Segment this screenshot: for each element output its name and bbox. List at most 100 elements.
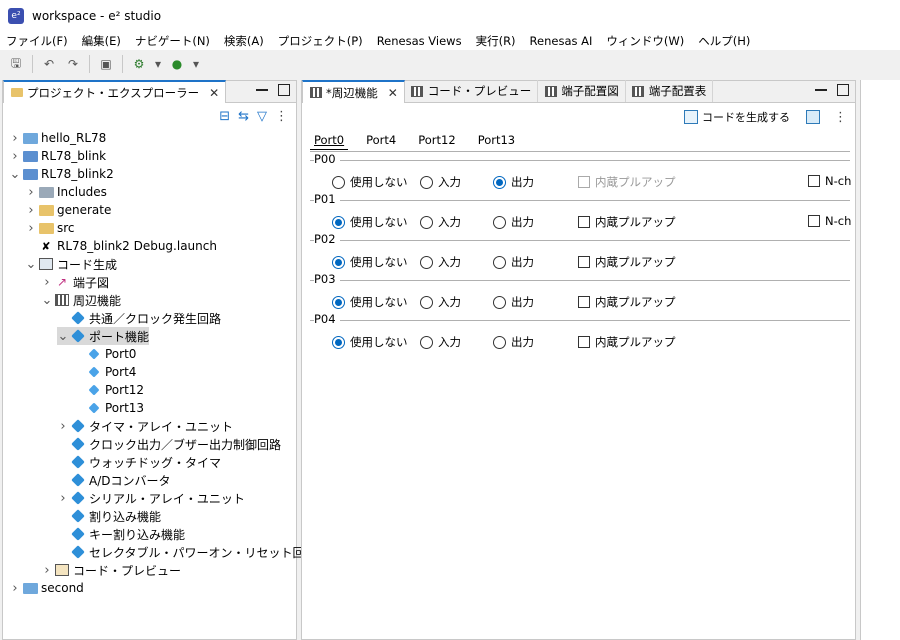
tree-item[interactable]: ✘ RL78_blink2 Debug.launch (25, 237, 217, 255)
collapse-all-icon[interactable]: ⊟ (219, 109, 230, 124)
tree-item[interactable]: › シリアル・アレイ・ユニット (57, 489, 245, 507)
tree-item[interactable]: ウォッチドッグ・タイマ (57, 453, 221, 471)
chevron-right-icon[interactable]: › (9, 149, 21, 164)
menu-item[interactable]: Renesas Views (370, 34, 469, 48)
chevron-down-icon[interactable]: ⌄ (9, 167, 21, 182)
tree-item[interactable]: セレクタブル・パワーオン・リセット回路 (57, 543, 317, 561)
tree-item[interactable]: 共通／クロック発生回路 (57, 309, 221, 327)
chevron-right-icon[interactable]: › (41, 563, 53, 578)
tab-port12[interactable]: Port12 (414, 131, 459, 150)
menu-item[interactable]: ナビゲート(N) (128, 33, 217, 49)
kebab-menu-icon[interactable]: ⋮ (275, 109, 288, 124)
chevron-right-icon[interactable]: › (9, 581, 21, 596)
radio-option[interactable]: 使用しない (332, 214, 408, 230)
filter-icon[interactable]: ▽ (257, 109, 267, 124)
save-icon[interactable]: 🖫 (6, 54, 26, 74)
radio-option[interactable]: 出力 (493, 334, 534, 350)
tab-port0[interactable]: Port0 (310, 131, 349, 150)
radio-button[interactable] (420, 255, 433, 269)
tree-item[interactable]: › src (25, 219, 74, 237)
tree-item[interactable]: A/Dコンバータ (57, 471, 171, 489)
kebab-menu-icon[interactable]: ⋮ (834, 110, 847, 125)
radio-option[interactable]: 入力 (420, 294, 461, 310)
chevron-right-icon[interactable]: › (25, 221, 37, 236)
forward-icon[interactable]: ↷ (63, 54, 83, 74)
tree-item[interactable]: › generate (25, 201, 111, 219)
tree-item[interactable]: ⌄ 周辺機能 (41, 291, 121, 309)
radio-button[interactable] (493, 335, 506, 349)
pullup-checkbox[interactable]: 内蔵プルアップ (578, 214, 676, 230)
menu-item[interactable]: ウィンドウ(W) (599, 33, 691, 49)
checkbox[interactable] (578, 216, 590, 228)
chevron-right-icon[interactable]: › (25, 203, 37, 218)
radio-button[interactable] (332, 175, 345, 189)
radio-option[interactable]: 出力 (493, 254, 534, 270)
tree-item[interactable]: キー割り込み機能 (57, 525, 185, 543)
radio-option[interactable]: 出力 (493, 214, 534, 230)
radio-button[interactable] (332, 215, 345, 229)
tree-item[interactable]: › Includes (25, 183, 107, 201)
radio-option[interactable]: 入力 (420, 334, 461, 350)
maximize-icon[interactable] (837, 84, 849, 96)
pullup-checkbox[interactable]: 内蔵プルアップ (578, 254, 676, 270)
run-icon[interactable]: ● (167, 54, 187, 74)
radio-button[interactable] (420, 215, 433, 229)
tree-item[interactable]: › second (9, 579, 83, 597)
tree-item[interactable]: クロック出力／ブザー出力制御回路 (57, 435, 281, 453)
radio-button[interactable] (420, 295, 433, 309)
tab-project-explorer[interactable]: プロジェクト・エクスプローラー ✕ (3, 80, 227, 103)
chevron-down-icon[interactable]: ⌄ (25, 257, 37, 272)
menu-item[interactable]: ヘルプ(H) (691, 33, 757, 49)
tree-item[interactable]: ⌄ RL78_blink2 (9, 165, 114, 183)
checkbox[interactable] (578, 336, 590, 348)
chevron-right-icon[interactable]: › (57, 491, 69, 506)
chevron-right-icon[interactable]: › (57, 419, 69, 434)
tree-item[interactable]: 割り込み機能 (57, 507, 161, 525)
radio-option[interactable]: 使用しない (332, 174, 408, 190)
checkbox[interactable] (808, 175, 820, 187)
chevron-right-icon[interactable]: › (25, 185, 37, 200)
tree-item[interactable]: Port4 (73, 363, 136, 381)
radio-button[interactable] (493, 255, 506, 269)
generate-code-button[interactable]: コードを生成する (684, 109, 790, 125)
radio-option[interactable]: 入力 (420, 214, 461, 230)
chevron-down-icon[interactable]: ⌄ (57, 329, 69, 344)
debug-icon[interactable]: ⚙ (129, 54, 149, 74)
chevron-down-icon[interactable]: ▾ (153, 54, 163, 74)
menu-item[interactable]: 編集(E) (75, 33, 128, 49)
tab-editor[interactable]: 端子配置図 (538, 80, 626, 102)
nch-checkbox[interactable]: N-ch (808, 174, 851, 188)
menu-item[interactable]: ファイル(F) (0, 33, 75, 49)
radio-button[interactable] (493, 295, 506, 309)
tree-item[interactable]: › タイマ・アレイ・ユニット (57, 417, 233, 435)
chevron-down-icon[interactable]: ▾ (191, 54, 201, 74)
report-icon[interactable] (806, 110, 820, 124)
radio-option[interactable]: 入力 (420, 254, 461, 270)
radio-option[interactable]: 入力 (420, 174, 461, 190)
radio-button[interactable] (332, 335, 345, 349)
radio-option[interactable]: 使用しない (332, 334, 408, 350)
tree-item[interactable]: Port12 (73, 381, 144, 399)
minimize-icon[interactable] (256, 85, 268, 91)
tree-item[interactable]: › コード・プレビュー (41, 561, 181, 579)
close-icon[interactable]: ✕ (209, 86, 219, 100)
radio-button[interactable] (493, 215, 506, 229)
radio-option[interactable]: 出力 (493, 174, 534, 190)
radio-option[interactable]: 使用しない (332, 254, 408, 270)
back-icon[interactable]: ↶ (39, 54, 59, 74)
tab-editor[interactable]: コード・プレビュー (405, 80, 539, 102)
tree-item[interactable]: Port0 (73, 345, 136, 363)
tree-item[interactable]: › RL78_blink (9, 147, 106, 165)
nch-checkbox[interactable]: N-ch (808, 214, 851, 228)
menu-item[interactable]: 実行(R) (469, 33, 523, 49)
terminal-icon[interactable]: ▣ (96, 54, 116, 74)
tab-editor[interactable]: 端子配置表 (626, 80, 714, 102)
maximize-icon[interactable] (278, 84, 290, 96)
radio-button[interactable] (420, 335, 433, 349)
chevron-right-icon[interactable]: › (9, 131, 21, 146)
tab-editor[interactable]: *周辺機能 ✕ (302, 80, 405, 103)
tree-item[interactable]: Port13 (73, 399, 144, 417)
checkbox[interactable] (808, 215, 820, 227)
radio-option[interactable]: 出力 (493, 294, 534, 310)
close-icon[interactable]: ✕ (388, 86, 398, 100)
